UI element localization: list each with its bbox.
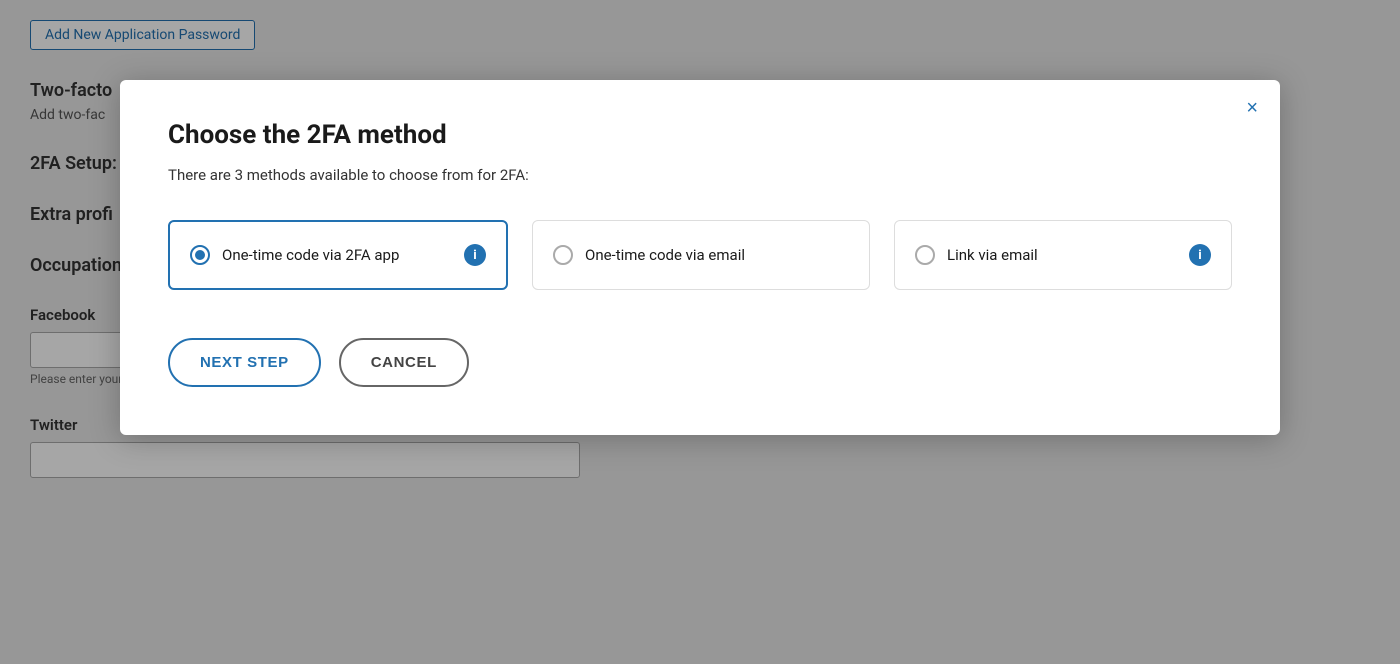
option-email-link-radio	[915, 245, 935, 265]
option-email-code-radio	[553, 245, 573, 265]
buttons-row: NEXT STEP CANCEL	[168, 338, 1232, 387]
option-app-label: One-time code via 2FA app	[222, 246, 399, 264]
option-app-info-icon[interactable]: i	[464, 244, 486, 266]
option-email-link[interactable]: Link via email i	[894, 220, 1232, 290]
options-row: One-time code via 2FA app i One-time cod…	[168, 220, 1232, 290]
modal-close-button[interactable]: ×	[1246, 98, 1258, 118]
option-app-radio	[190, 245, 210, 265]
modal-title: Choose the 2FA method	[168, 120, 1232, 150]
option-email-code-label: One-time code via email	[585, 246, 745, 264]
choose-2fa-modal: × Choose the 2FA method There are 3 meth…	[120, 80, 1280, 435]
modal-overlay: × Choose the 2FA method There are 3 meth…	[0, 0, 1400, 664]
option-email-code[interactable]: One-time code via email	[532, 220, 870, 290]
option-email-link-label: Link via email	[947, 246, 1038, 264]
next-step-button[interactable]: NEXT STEP	[168, 338, 321, 387]
option-app[interactable]: One-time code via 2FA app i	[168, 220, 508, 290]
cancel-button[interactable]: CANCEL	[339, 338, 469, 387]
option-app-radio-inner	[195, 250, 205, 260]
modal-subtitle: There are 3 methods available to choose …	[168, 166, 1232, 184]
option-email-link-info-icon[interactable]: i	[1189, 244, 1211, 266]
